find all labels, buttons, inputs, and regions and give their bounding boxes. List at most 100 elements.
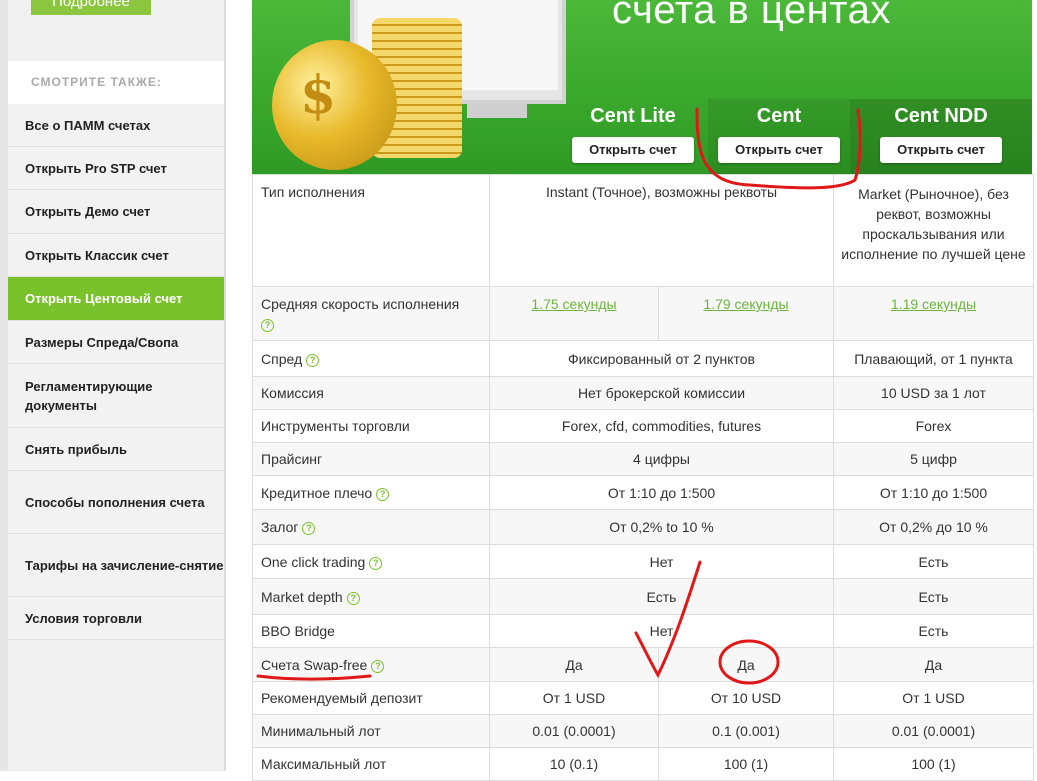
row-label-text: Счета Swap-free	[261, 656, 368, 673]
table-row: Рекомендуемый депозит От 1 USD От 10 USD…	[252, 681, 1034, 715]
sidebar-item-conditions[interactable]: Условия торговли	[8, 597, 224, 640]
comparison-table: Тип исполнения Instant (Точное), возможн…	[252, 174, 1034, 781]
row-label: Рекомендуемый депозит	[252, 681, 490, 715]
sidebar-menu: Все о ПАММ счетах Открыть Pro STP счет О…	[8, 104, 224, 640]
sidebar-item-demo[interactable]: Открыть Демо счет	[8, 190, 224, 234]
sidebar-item-pamm[interactable]: Все о ПАММ счетах	[8, 104, 224, 147]
monitor-stand	[467, 104, 527, 118]
row-label: Средняя скорость исполнения?	[252, 286, 490, 341]
cell-value: 0.01 (0.0001)	[833, 714, 1034, 748]
row-label: Счета Swap-free?	[252, 647, 490, 682]
row-label: Кредитное плечо?	[252, 475, 490, 510]
cell-value: От 1 USD	[489, 681, 659, 715]
column-cent: Cent Открыть счет	[708, 99, 850, 174]
help-icon[interactable]: ?	[306, 353, 320, 367]
row-label-text: Кредитное плечо	[261, 484, 373, 501]
row-label: BBO Bridge	[252, 614, 490, 648]
row-label: Market depth?	[252, 578, 490, 615]
cell-value: От 1:10 до 1:500	[833, 475, 1034, 510]
open-account-button-cent-ndd[interactable]: Открыть счет	[880, 137, 1002, 163]
row-label-text: Залог	[261, 519, 299, 535]
cell-value: Есть	[489, 578, 834, 615]
sidebar-item-deposit-methods[interactable]: Способы пополнения счета	[8, 471, 224, 534]
cell-value: От 0,2% to 10 %	[489, 509, 834, 545]
dollar-icon: $	[300, 65, 337, 126]
table-row: Кредитное плечо? От 1:10 до 1:500 От 1:1…	[252, 475, 1034, 510]
cell-value: 1.79 секунды	[658, 286, 834, 341]
help-icon[interactable]: ?	[369, 556, 383, 570]
cell-value: Forex	[833, 409, 1034, 443]
speed-link-lite[interactable]: 1.75 секунды	[531, 296, 616, 312]
cell-value: От 0,2% до 10 %	[833, 509, 1034, 545]
column-title: Cent Lite	[590, 105, 676, 127]
speed-link-ndd[interactable]: 1.19 секунды	[891, 296, 976, 312]
cell-value: Forex, cfd, commodities, futures	[489, 409, 834, 443]
row-label: One click trading?	[252, 544, 490, 579]
cell-value: Фиксированный от 2 пунктов	[489, 340, 834, 377]
row-label-text: Средняя скорость исполнения	[261, 295, 460, 312]
cell-value: Есть	[833, 614, 1034, 648]
help-icon[interactable]: ?	[302, 522, 316, 535]
cell-value: От 10 USD	[658, 681, 834, 715]
cell-value: Да	[658, 647, 834, 682]
help-icon[interactable]: ?	[371, 659, 385, 673]
sidebar-item-classic[interactable]: Открыть Классик счет	[8, 234, 224, 277]
sidebar-item-cent[interactable]: Открыть Центовый счет	[8, 277, 224, 321]
sidebar-item-documents[interactable]: Регламентирующие документы	[8, 364, 224, 428]
cell-value: 4 цифры	[489, 442, 834, 476]
help-icon[interactable]: ?	[376, 487, 390, 501]
cell-value: Market (Рыночное), без реквот, возможны …	[833, 174, 1034, 287]
open-account-button-cent[interactable]: Открыть счет	[718, 137, 840, 163]
sidebar-item-tariffs[interactable]: Тарифы на зачисление-снятие	[8, 534, 224, 597]
cell-value: 1.75 секунды	[489, 286, 659, 341]
table-row: Спред? Фиксированный от 2 пунктов Плаваю…	[252, 340, 1034, 377]
cell-value: 10 USD за 1 лот	[833, 376, 1034, 410]
table-row: Прайсинг 4 цифры 5 цифр	[252, 442, 1034, 476]
sidebar: Подробнее СМОТРИТЕ ТАКЖЕ: Все о ПАММ сче…	[0, 0, 226, 771]
row-label: Инструменты торговли	[252, 409, 490, 443]
cell-value: 5 цифр	[833, 442, 1034, 476]
cell-value: Есть	[833, 578, 1034, 615]
see-also-heading: СМОТРИТЕ ТАКЖЕ:	[8, 61, 224, 104]
sidebar-item-withdraw[interactable]: Снять прибыль	[8, 428, 224, 471]
row-label: Комиссия	[252, 376, 490, 410]
table-row: Market depth? Есть Есть	[252, 578, 1034, 615]
help-icon[interactable]: ?	[346, 591, 360, 605]
table-row: Комиссия Нет брокерской комиссии 10 USD …	[252, 376, 1034, 410]
table-row: Максимальный лот 10 (0.1) 100 (1) 100 (1…	[252, 747, 1034, 781]
table-row: Средняя скорость исполнения? 1.75 секунд…	[252, 286, 1034, 341]
cell-value: Нет	[489, 544, 834, 579]
column-title: Cent NDD	[894, 105, 988, 127]
cell-value: Плавающий, от 1 пункта	[833, 340, 1034, 377]
speed-link-cent[interactable]: 1.79 секунды	[703, 296, 788, 312]
help-icon[interactable]: ?	[261, 318, 274, 332]
sidebar-item-pro-stp[interactable]: Открыть Pro STP счет	[8, 147, 224, 190]
table-row: Залог? От 0,2% to 10 % От 0,2% до 10 %	[252, 509, 1034, 545]
cell-value: Да	[833, 647, 1034, 682]
row-label: Тип исполнения	[252, 174, 490, 287]
sidebar-border	[224, 0, 226, 771]
table-row: Счета Swap-free? Да Да Да	[252, 647, 1034, 682]
table-row: Тип исполнения Instant (Точное), возможн…	[252, 174, 1034, 287]
table-row: BBO Bridge Нет Есть	[252, 614, 1034, 648]
more-button[interactable]: Подробнее	[31, 0, 151, 15]
cell-value: От 1:10 до 1:500	[489, 475, 834, 510]
row-label-text: Market depth	[261, 588, 343, 605]
row-label: Спред?	[252, 340, 490, 377]
column-title: Cent	[756, 105, 802, 127]
more-button-label: Подробнее	[52, 0, 130, 10]
cell-value: Да	[489, 647, 659, 682]
cell-value: 10 (0.1)	[489, 747, 659, 781]
open-account-button-cent-lite[interactable]: Открыть счет	[572, 137, 694, 163]
table-row: Минимальный лот 0.01 (0.0001) 0.1 (0.001…	[252, 714, 1034, 748]
banner-title: счета в центах	[612, 0, 891, 32]
cell-value: Есть	[833, 544, 1034, 579]
cell-value: 0.1 (0.001)	[658, 714, 834, 748]
row-label: Залог?	[252, 509, 490, 545]
row-label: Прайсинг	[252, 442, 490, 476]
cell-value: Нет брокерской комиссии	[489, 376, 834, 410]
sidebar-gutter	[0, 0, 8, 771]
cell-value: 0.01 (0.0001)	[489, 714, 659, 748]
row-label: Максимальный лот	[252, 747, 490, 781]
sidebar-item-spread[interactable]: Размеры Спреда/Свопа	[8, 321, 224, 364]
